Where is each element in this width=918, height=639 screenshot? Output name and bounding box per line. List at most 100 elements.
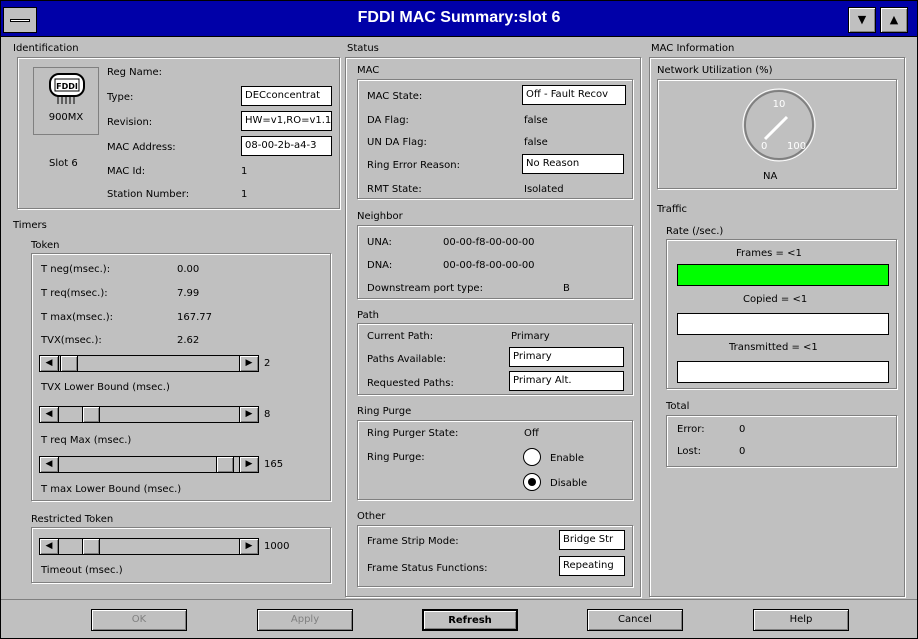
total-label: Total [666,401,690,412]
gauge-mid-label: 10 [773,99,786,110]
tmax-lower-bound-value: 165 [264,459,284,470]
transmitted-label: Transmitted = <1 [729,342,818,353]
left-arrow-icon[interactable]: ◀ [40,539,59,554]
error-label: Error: [677,424,705,435]
frames-bar [677,264,889,286]
type-label: Type: [107,92,134,103]
total-group [666,415,897,467]
frame-strip-mode-label: Frame Strip Mode: [367,536,459,547]
tmax-lower-bound-caption: T max Lower Bound (msec.) [41,484,182,495]
transmitted-bar [677,361,889,383]
ring-purger-state-label: Ring Purger State: [367,428,459,439]
tvx-lower-bound-caption: TVX Lower Bound (msec.) [41,382,170,393]
revision-field[interactable]: HW=v1,RO=v1.1, [241,111,332,131]
mac-id-value: 1 [241,166,248,177]
ring-purge-label: Ring Purge [357,406,412,417]
title-bar: FDDI MAC Summary:slot 6 ▼ ▲ [1,1,917,37]
slider-thumb[interactable] [60,356,78,371]
slider-thumb[interactable] [82,407,100,422]
slider-thumb[interactable] [216,457,234,472]
treq-max-value: 8 [264,409,271,420]
copied-bar [677,313,889,335]
requested-paths-field[interactable]: Primary Alt. [509,371,624,391]
disable-radio-label: Disable [550,478,588,489]
ok-button[interactable]: OK [91,609,187,631]
downstream-port-value: B [563,283,570,294]
un-da-flag-value: false [524,137,548,148]
minimize-button[interactable]: ▼ [848,7,876,33]
current-path-label: Current Path: [367,331,434,342]
up-arrow-icon: ▲ [889,13,899,26]
error-value: 0 [739,424,746,435]
una-label: UNA: [367,237,392,248]
requested-paths-label: Requested Paths: [367,378,454,389]
tneg-label: T neg(msec.): [41,264,111,275]
enable-radio[interactable] [523,448,541,466]
slider-thumb[interactable] [82,539,100,554]
apply-button[interactable]: Apply [257,609,353,631]
treq-max-caption: T req Max (msec.) [41,435,132,446]
maximize-button[interactable]: ▲ [880,7,908,33]
left-arrow-icon[interactable]: ◀ [40,356,59,371]
down-arrow-icon: ▼ [857,13,867,26]
tvx-label: TVX(msec.): [41,335,102,346]
enable-radio-label: Enable [550,453,585,464]
reg-name-label: Reg Name: [107,67,163,78]
left-arrow-icon[interactable]: ◀ [40,407,59,422]
ring-error-reason-label: Ring Error Reason: [367,160,460,171]
frames-bar-fill [678,265,888,285]
una-value: 00-00-f8-00-00-00 [443,237,535,248]
gauge-max-label: 100 [787,141,806,152]
treq-max-slider[interactable]: ◀ ▶ [39,406,259,423]
svg-text:FDDI: FDDI [56,82,78,91]
restricted-timeout-value: 1000 [264,541,290,552]
other-label: Other [357,511,386,522]
rate-label: Rate (/sec.) [666,226,724,237]
mac-information-label: MAC Information [651,43,735,54]
help-button[interactable]: Help [753,609,849,631]
right-arrow-icon[interactable]: ▶ [239,356,258,371]
tvx-lower-bound-value: 2 [264,358,271,369]
utilization-value: NA [763,171,778,182]
cancel-button[interactable]: Cancel [587,609,683,631]
disable-radio[interactable] [523,473,541,491]
right-arrow-icon[interactable]: ▶ [239,407,258,422]
timers-label: Timers [13,220,47,231]
ring-purger-state-value: Off [524,428,539,439]
mac-id-label: MAC Id: [107,166,146,177]
lost-label: Lost: [677,446,702,457]
system-menu-button[interactable] [3,7,37,33]
mac-address-label: MAC Address: [107,142,176,153]
mac-state-field[interactable]: Off - Fault Recov [522,85,626,105]
dna-value: 00-00-f8-00-00-00 [443,260,535,271]
downstream-port-label: Downstream port type: [367,283,483,294]
window-title: FDDI MAC Summary:slot 6 [357,9,561,26]
mac-label: MAC [357,65,380,76]
restricted-token-label: Restricted Token [31,514,114,525]
tmax-lower-bound-slider[interactable]: ◀ ▶ [39,456,259,473]
mac-address-field[interactable]: 08-00-2b-a4-3 [241,136,332,156]
fddi-device-icon: FDDI [49,73,85,104]
button-bar-divider [1,599,917,600]
frame-status-functions-field[interactable]: Repeating [559,556,625,576]
device-model: 900MX [48,112,84,123]
paths-available-field[interactable]: Primary [509,347,624,367]
current-path-value: Primary [511,331,550,342]
un-da-flag-label: UN DA Flag: [367,137,427,148]
treq-label: T req(msec.): [41,288,108,299]
right-arrow-icon[interactable]: ▶ [239,539,258,554]
revision-label: Revision: [107,117,153,128]
path-label: Path [357,310,379,321]
type-field[interactable]: DECconcentrat [241,86,332,106]
refresh-button[interactable]: Refresh [422,609,518,631]
frame-strip-mode-field[interactable]: Bridge Str [559,530,625,550]
treq-value: 7.99 [177,288,200,299]
rmt-state-value: Isolated [524,184,564,195]
status-label: Status [347,43,379,54]
ring-error-reason-field[interactable]: No Reason [522,154,624,174]
left-arrow-icon[interactable]: ◀ [40,457,59,472]
tvx-lower-bound-slider[interactable]: ◀ ▶ [39,355,259,372]
restricted-timeout-slider[interactable]: ◀ ▶ [39,538,259,555]
tvx-value: 2.62 [177,335,200,346]
right-arrow-icon[interactable]: ▶ [239,457,258,472]
